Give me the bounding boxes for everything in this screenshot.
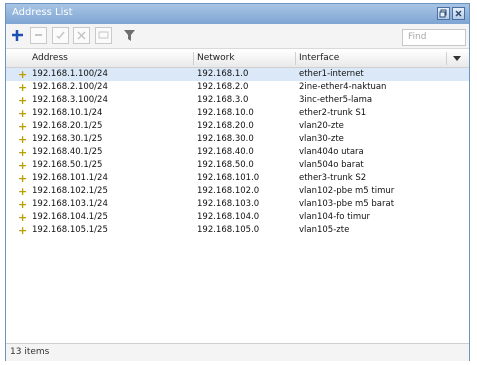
plus-icon: +: [18, 224, 28, 237]
add-button[interactable]: [9, 27, 26, 44]
find-input[interactable]: Find: [402, 29, 466, 46]
plus-icon: +: [18, 211, 28, 224]
table-row[interactable]: + 192.168.30.1/25 192.168.30.0 vlan30-zt…: [6, 133, 469, 146]
column-address[interactable]: Address: [32, 53, 68, 63]
right-margin: [470, 0, 477, 365]
plus-icon: +: [18, 146, 28, 159]
comment-icon: [98, 31, 109, 39]
items-count: 13 items: [10, 347, 50, 357]
table-row[interactable]: + 192.168.50.1/25 192.168.50.0 vlan504o …: [6, 159, 469, 172]
remove-button[interactable]: [30, 27, 47, 44]
title-bar: Address List: [6, 4, 469, 24]
plus-icon: +: [18, 172, 28, 185]
table-row[interactable]: + 192.168.104.1/25 192.168.104.0 vlan104…: [6, 211, 469, 224]
column-divider: [193, 52, 194, 65]
address-list-window: Address List Find Address Network Interf…: [5, 3, 470, 361]
column-divider: [446, 52, 447, 65]
plus-icon: [12, 30, 23, 41]
window-title: Address List: [12, 7, 73, 18]
plus-icon: +: [18, 68, 28, 81]
column-network[interactable]: Network: [197, 53, 235, 63]
plus-icon: +: [18, 133, 28, 146]
dropdown-icon[interactable]: [452, 54, 462, 62]
table-row[interactable]: + 192.168.3.100/24 192.168.3.0 3inc-ethe…: [6, 94, 469, 107]
table-row[interactable]: + 192.168.102.1/25 192.168.102.0 vlan102…: [6, 185, 469, 198]
filter-button[interactable]: [121, 27, 138, 44]
plus-icon: +: [18, 185, 28, 198]
comment-button[interactable]: [95, 27, 112, 44]
minus-icon: [35, 34, 42, 36]
plus-icon: +: [18, 198, 28, 211]
table-row[interactable]: + 192.168.103.1/24 192.168.103.0 vlan103…: [6, 198, 469, 211]
plus-icon: +: [18, 107, 28, 120]
restore-button[interactable]: [437, 7, 450, 20]
column-divider: [295, 52, 296, 65]
table-row[interactable]: + 192.168.10.1/24 192.168.10.0 ether2-tr…: [6, 107, 469, 120]
status-bar: 13 items: [6, 343, 469, 361]
plus-icon: +: [18, 81, 28, 94]
table-row[interactable]: + 192.168.40.1/25 192.168.40.0 vlan404o …: [6, 146, 469, 159]
table-row[interactable]: + 192.168.105.1/25 192.168.105.0 vlan105…: [6, 224, 469, 237]
plus-icon: +: [18, 159, 28, 172]
table-row[interactable]: + 192.168.20.1/25 192.168.20.0 vlan20-zt…: [6, 120, 469, 133]
table-row[interactable]: + 192.168.101.1/24 192.168.101.0 ether3-…: [6, 172, 469, 185]
close-button[interactable]: [452, 7, 465, 20]
column-interface[interactable]: Interface: [299, 53, 339, 63]
table-row[interactable]: + 192.168.2.100/24 192.168.2.0 2ine-ethe…: [6, 81, 469, 94]
cross-icon: [77, 31, 86, 40]
plus-icon: +: [18, 120, 28, 133]
table-header: Address Network Interface: [6, 50, 469, 68]
table-row[interactable]: + 192.168.1.100/24 192.168.1.0 ether1-in…: [6, 68, 469, 81]
enable-button[interactable]: [52, 27, 69, 44]
check-icon: [56, 31, 65, 40]
toolbar: [6, 24, 469, 49]
restore-icon: [439, 9, 447, 18]
close-icon: [455, 10, 462, 17]
filter-icon: [124, 30, 135, 41]
plus-icon: +: [18, 94, 28, 107]
disable-button[interactable]: [73, 27, 90, 44]
